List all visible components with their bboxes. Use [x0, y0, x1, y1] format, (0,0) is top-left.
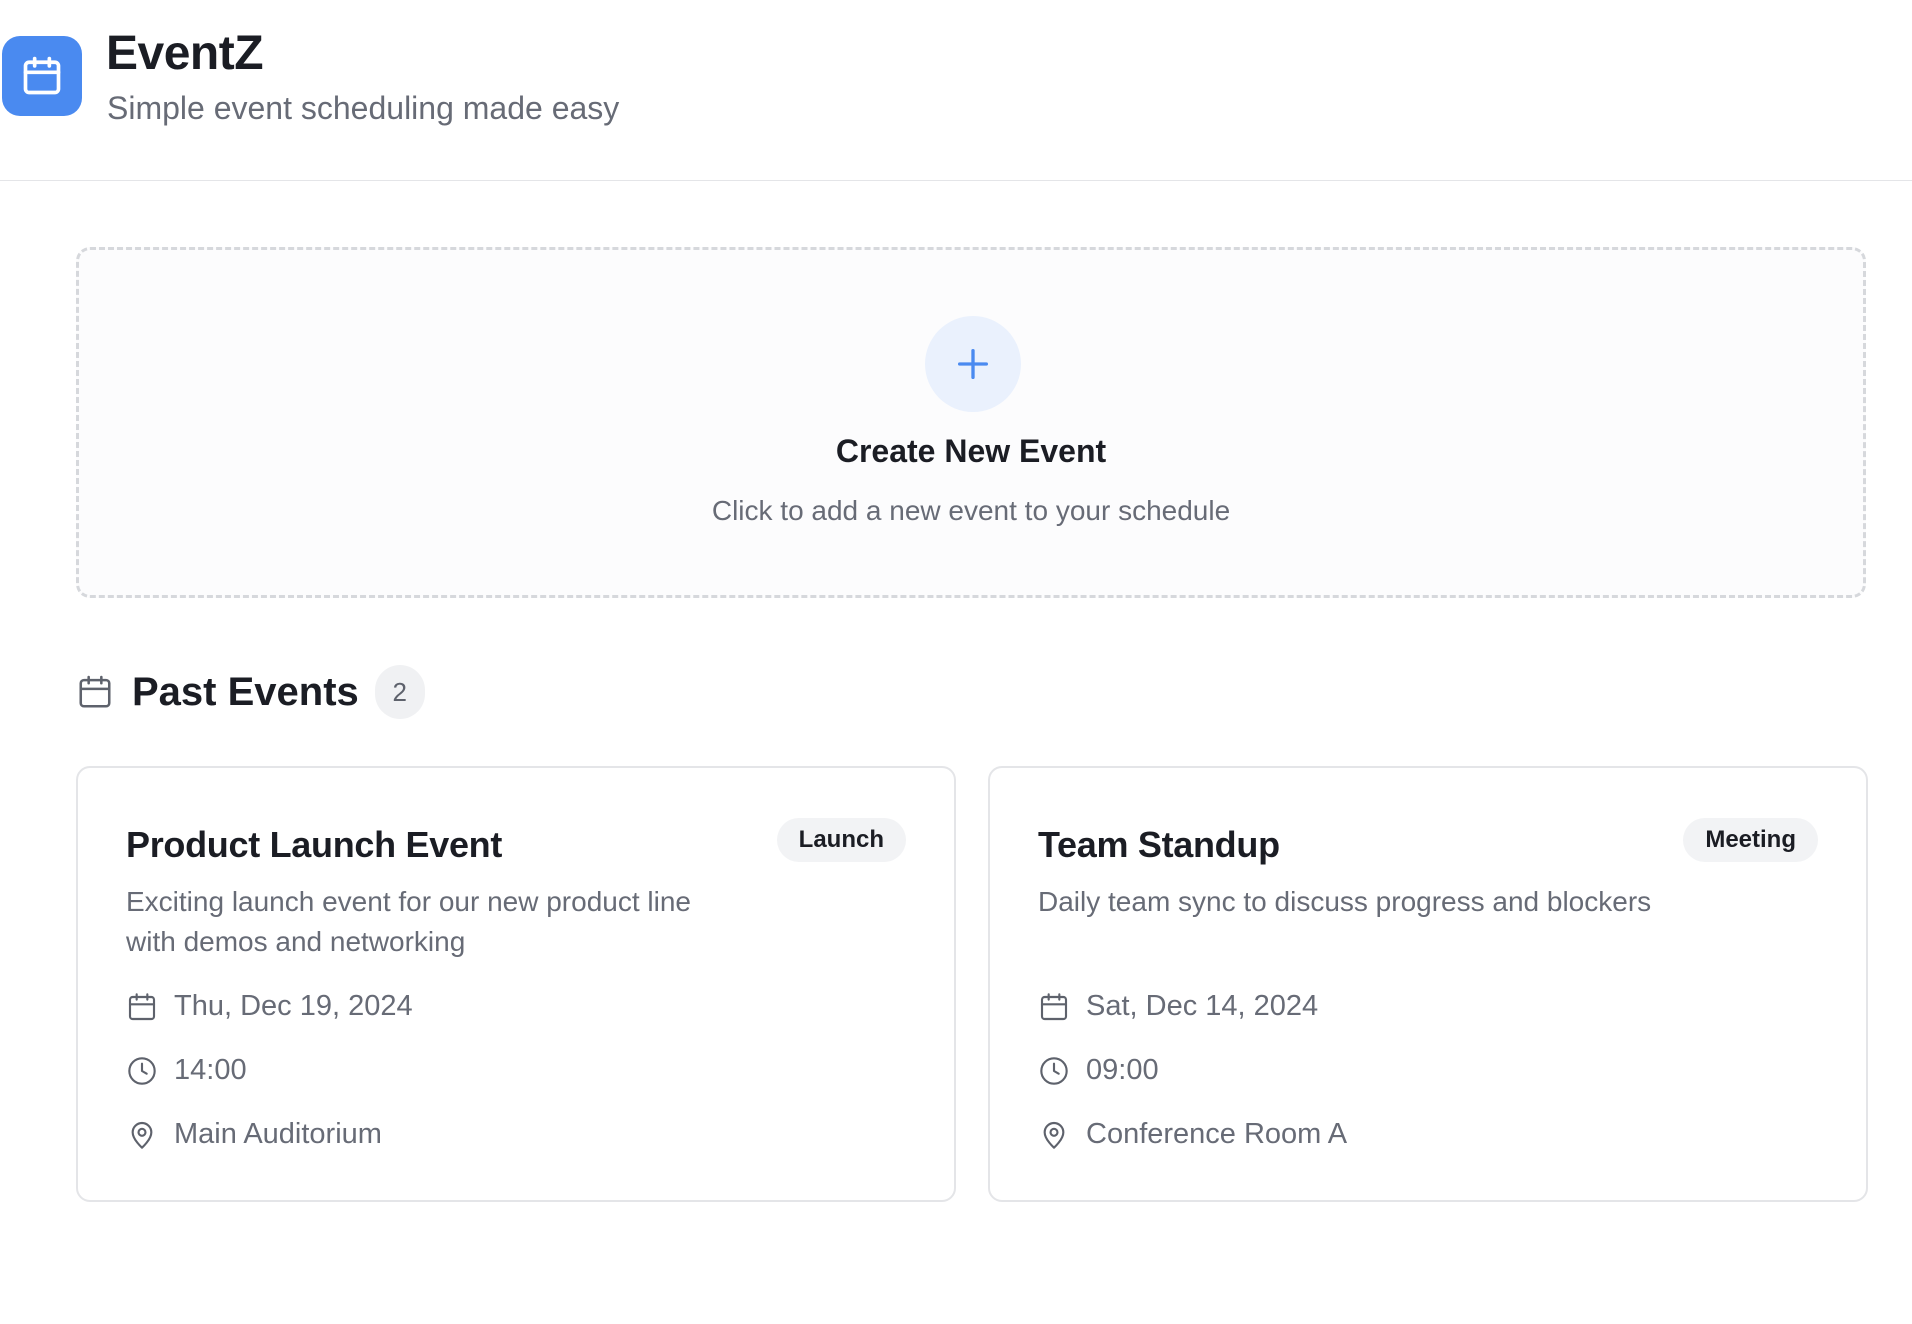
event-description: Daily team sync to discuss progress and …: [1038, 886, 1652, 917]
event-time: 09:00: [1086, 1054, 1159, 1086]
event-location: Conference Room A: [1086, 1118, 1348, 1150]
clock-icon: [128, 1056, 156, 1085]
event-card[interactable]: Product Launch Event Launch Exciting lau…: [76, 766, 956, 1202]
create-event-description: Click to add a new event to your schedul…: [711, 495, 1231, 526]
event-location-row: Conference Room A: [1038, 1118, 1347, 1151]
app-subtitle: Simple event scheduling made easy: [107, 90, 620, 126]
app-header: EventZ Simple event scheduling made easy: [0, 0, 1912, 181]
past-events-count-badge: 2: [374, 665, 425, 719]
event-time-row: 09:00: [1038, 1054, 1159, 1087]
clock-icon: [1040, 1056, 1068, 1085]
event-date-row: Sat, Dec 14, 2024: [1038, 990, 1318, 1023]
event-title: Product Launch Event: [126, 824, 503, 865]
calendar-icon: [1040, 992, 1068, 1020]
event-date: Sat, Dec 14, 2024: [1086, 990, 1319, 1022]
app-logo: [2, 36, 82, 116]
event-title: Team Standup: [1038, 824, 1280, 865]
event-time: 14:00: [174, 1054, 247, 1086]
event-card[interactable]: Team Standup Meeting Daily team sync to …: [988, 766, 1868, 1202]
plus-icon: [958, 349, 988, 379]
event-tag-badge: Launch: [776, 818, 906, 862]
event-tag-badge: Meeting: [1683, 818, 1818, 862]
event-location-row: Main Auditorium: [126, 1118, 382, 1151]
event-time-row: 14:00: [126, 1054, 247, 1087]
calendar-icon: [23, 56, 61, 95]
map-pin-icon: [1043, 1121, 1065, 1149]
event-date: Thu, Dec 19, 2024: [174, 990, 413, 1022]
create-event-title: Create New Event: [835, 433, 1107, 469]
calendar-icon: [128, 992, 156, 1020]
app-title: EventZ: [106, 27, 264, 80]
create-event-button[interactable]: [925, 316, 1021, 412]
calendar-icon: [79, 675, 111, 708]
past-events-title: Past Events: [132, 669, 359, 714]
event-location: Main Auditorium: [174, 1118, 382, 1150]
event-description: Exciting launch event for our new produc…: [126, 886, 691, 957]
create-event-card[interactable]: Create New Event Click to add a new even…: [76, 247, 1866, 598]
event-date-row: Thu, Dec 19, 2024: [126, 990, 413, 1023]
past-events-header: Past Events 2: [76, 664, 425, 720]
map-pin-icon: [131, 1121, 153, 1149]
